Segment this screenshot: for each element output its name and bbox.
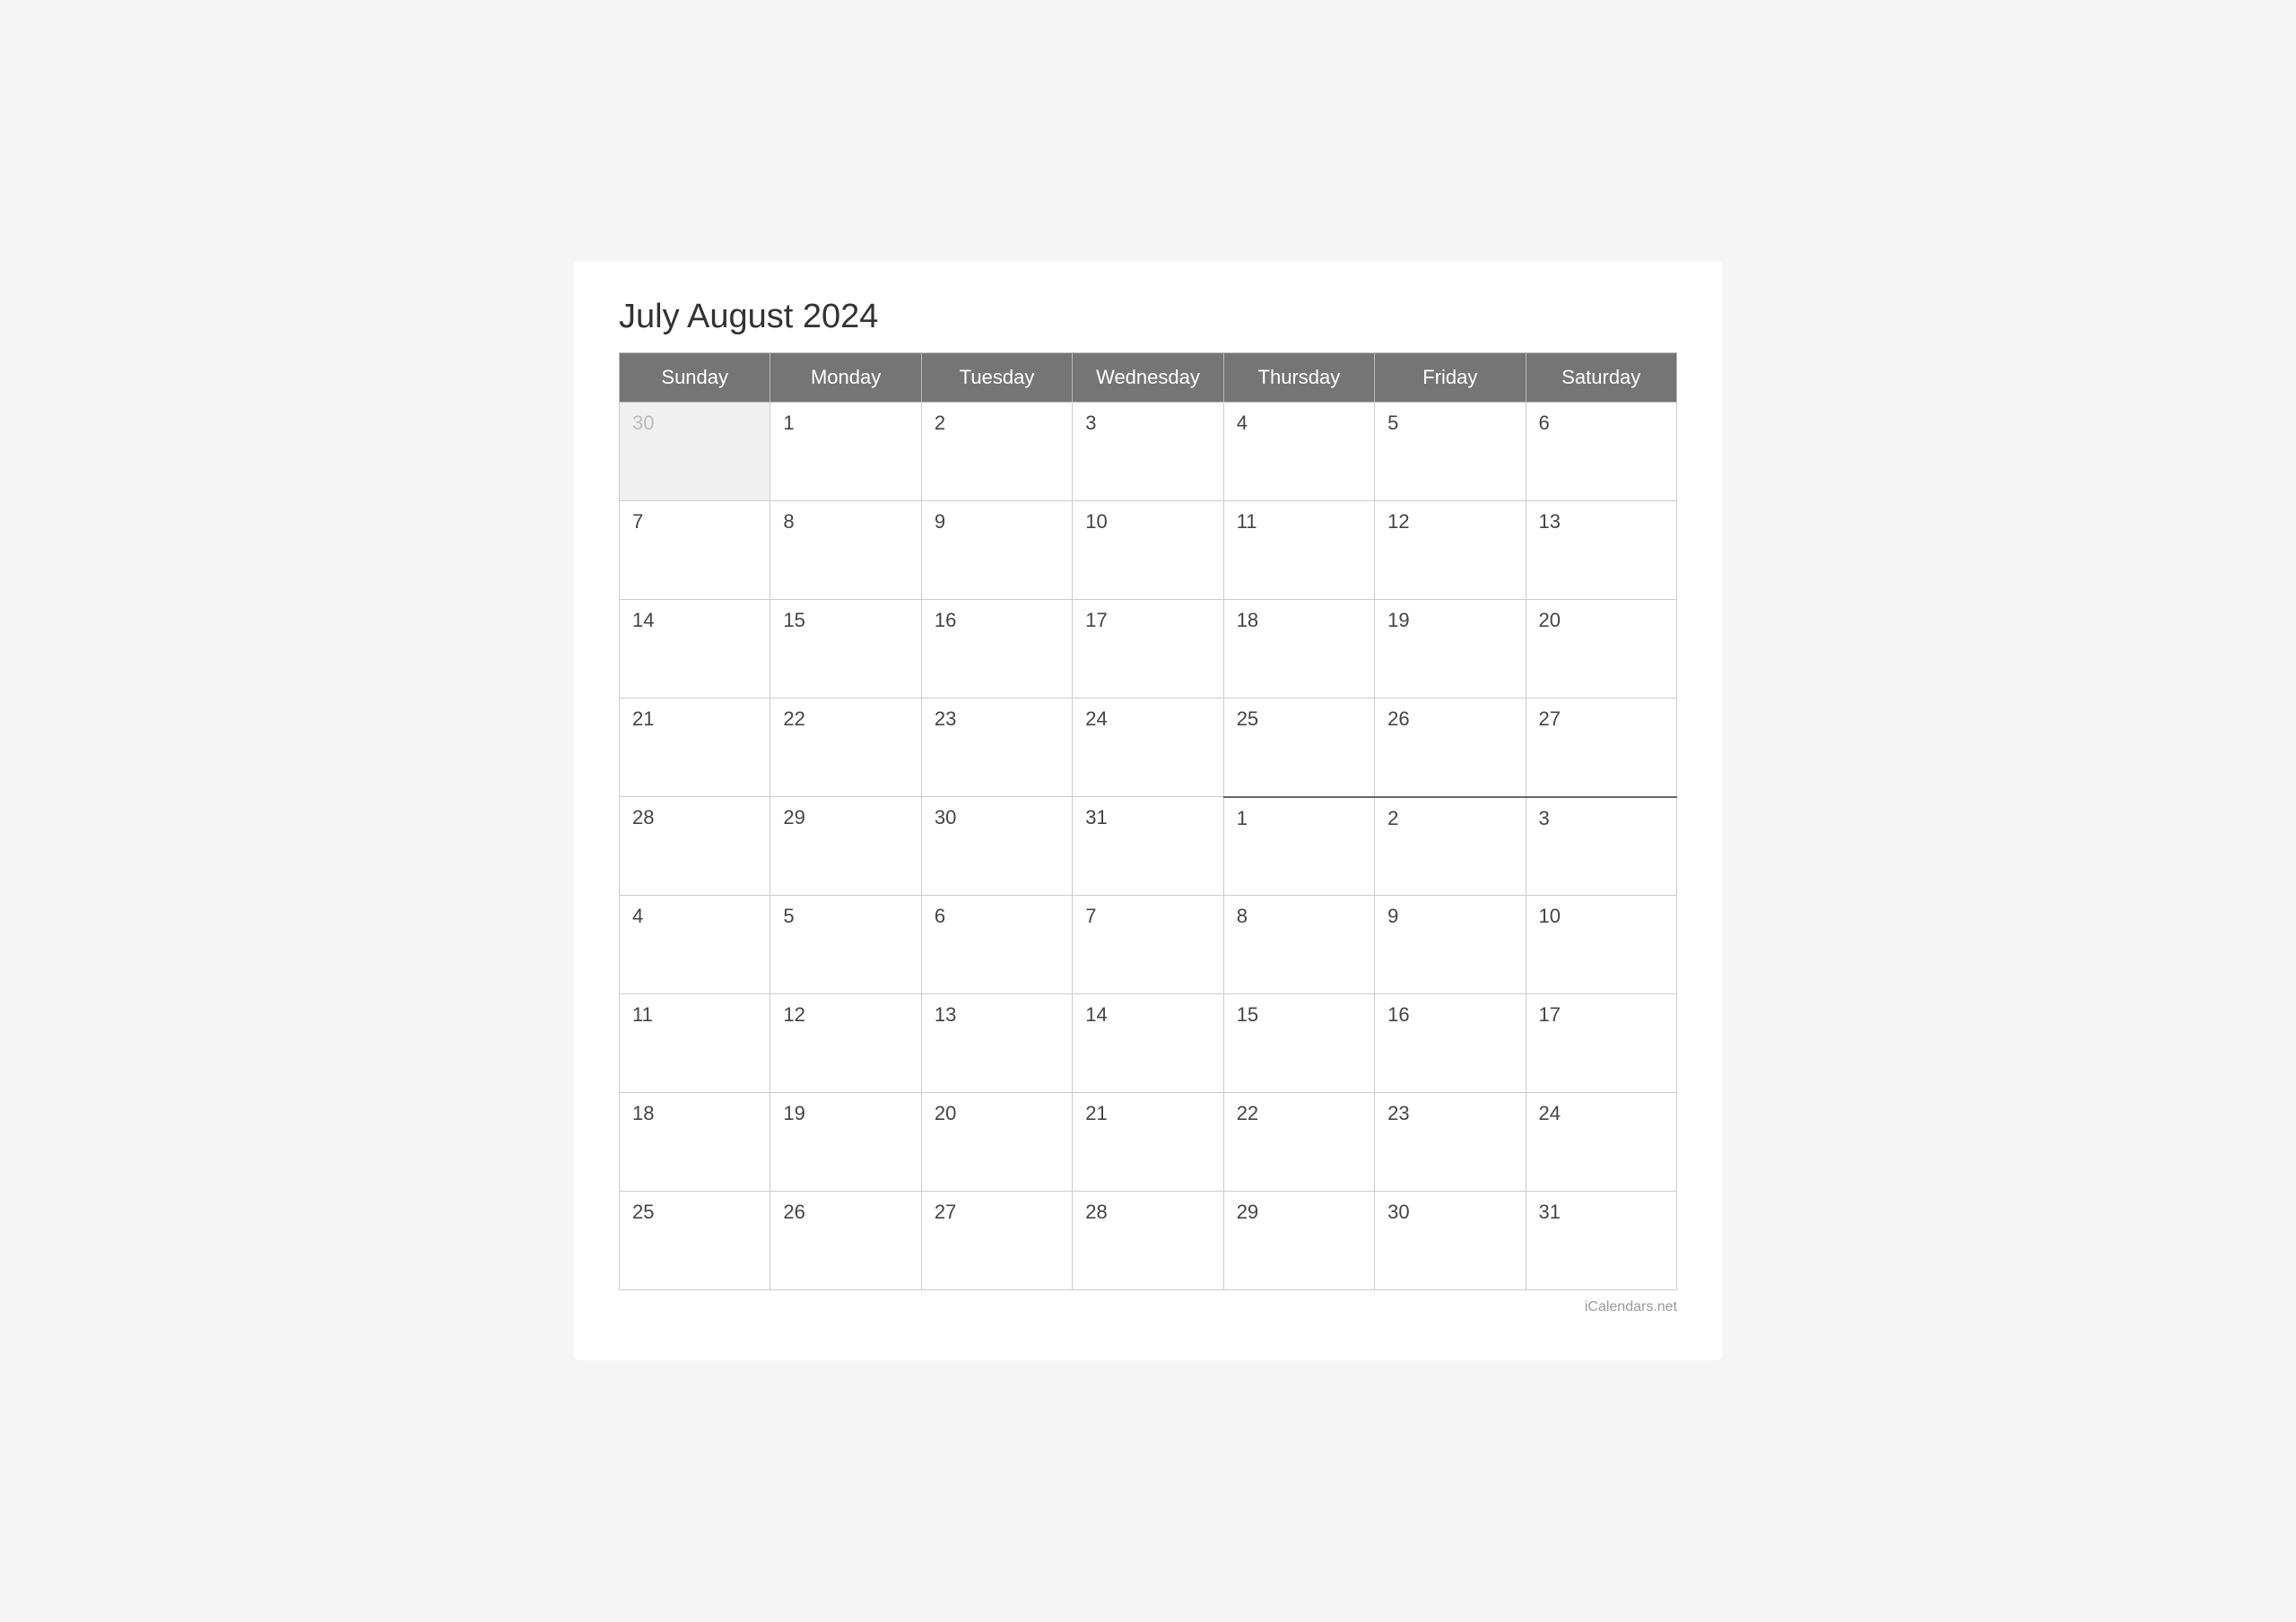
calendar-day-cell: 19 <box>1375 600 1526 698</box>
calendar-day-cell: 15 <box>1223 994 1374 1093</box>
calendar-day-cell: 27 <box>1526 698 1676 797</box>
calendar-day-cell: 21 <box>620 698 770 797</box>
calendar-day-cell: 22 <box>770 698 921 797</box>
calendar-day-cell: 21 <box>1073 1093 1223 1192</box>
calendar-day-cell: 18 <box>1223 600 1374 698</box>
calendar-week-row: 28293031123 <box>620 797 1677 896</box>
calendar-day-cell: 17 <box>1073 600 1223 698</box>
calendar-day-cell: 20 <box>1526 600 1676 698</box>
calendar-day-cell: 1 <box>1223 797 1374 896</box>
calendar-day-cell: 20 <box>921 1093 1072 1192</box>
calendar-day-cell: 2 <box>1375 797 1526 896</box>
calendar-week-row: 78910111213 <box>620 501 1677 600</box>
calendar-day-cell: 10 <box>1526 896 1676 994</box>
calendar-day-cell: 13 <box>1526 501 1676 600</box>
calendar-day-cell: 23 <box>1375 1093 1526 1192</box>
calendar-day-cell: 25 <box>620 1192 770 1290</box>
calendar-day-cell: 31 <box>1526 1192 1676 1290</box>
calendar-day-cell: 1 <box>770 403 921 501</box>
calendar-day-cell: 11 <box>620 994 770 1093</box>
calendar-day-cell: 9 <box>921 501 1072 600</box>
calendar-day-cell: 15 <box>770 600 921 698</box>
calendar-day-cell: 24 <box>1526 1093 1676 1192</box>
calendar-day-cell: 24 <box>1073 698 1223 797</box>
calendar-day-cell: 13 <box>921 994 1072 1093</box>
calendar-week-row: 11121314151617 <box>620 994 1677 1093</box>
calendar-day-cell: 8 <box>1223 896 1374 994</box>
calendar-day-cell: 25 <box>1223 698 1374 797</box>
calendar-day-cell: 22 <box>1223 1093 1374 1192</box>
calendar-week-row: 30123456 <box>620 403 1677 501</box>
calendar-day-cell: 17 <box>1526 994 1676 1093</box>
calendar-day-cell: 10 <box>1073 501 1223 600</box>
calendar-day-cell: 3 <box>1073 403 1223 501</box>
calendar-day-cell: 5 <box>770 896 921 994</box>
calendar-day-cell: 18 <box>620 1093 770 1192</box>
calendar-day-cell: 12 <box>1375 501 1526 600</box>
calendar-day-cell: 5 <box>1375 403 1526 501</box>
calendar-day-cell: 26 <box>1375 698 1526 797</box>
calendar-day-cell: 28 <box>620 797 770 896</box>
calendar-day-cell: 14 <box>620 600 770 698</box>
calendar-day-cell: 7 <box>1073 896 1223 994</box>
calendar-day-cell: 3 <box>1526 797 1676 896</box>
header-cell-monday: Monday <box>770 353 921 403</box>
calendar-day-cell: 8 <box>770 501 921 600</box>
calendar-week-row: 45678910 <box>620 896 1677 994</box>
calendar-day-cell: 6 <box>921 896 1072 994</box>
calendar-day-cell: 4 <box>1223 403 1374 501</box>
calendar-day-cell: 30 <box>1375 1192 1526 1290</box>
calendar-day-cell: 26 <box>770 1192 921 1290</box>
watermark: iCalendars.net <box>619 1299 1677 1315</box>
calendar-day-cell: 27 <box>921 1192 1072 1290</box>
header-cell-wednesday: Wednesday <box>1073 353 1223 403</box>
calendar-day-cell: 29 <box>1223 1192 1374 1290</box>
calendar-table: SundayMondayTuesdayWednesdayThursdayFrid… <box>619 352 1677 1290</box>
calendar-day-cell: 23 <box>921 698 1072 797</box>
calendar-day-cell: 14 <box>1073 994 1223 1093</box>
calendar-day-cell: 28 <box>1073 1192 1223 1290</box>
calendar-day-cell: 7 <box>620 501 770 600</box>
header-cell-thursday: Thursday <box>1223 353 1374 403</box>
calendar-week-row: 21222324252627 <box>620 698 1677 797</box>
calendar-day-cell: 11 <box>1223 501 1374 600</box>
calendar-day-cell: 2 <box>921 403 1072 501</box>
calendar-day-cell: 29 <box>770 797 921 896</box>
calendar-day-cell: 16 <box>1375 994 1526 1093</box>
calendar-container: July August 2024 SundayMondayTuesdayWedn… <box>574 262 1722 1360</box>
calendar-day-cell: 16 <box>921 600 1072 698</box>
calendar-week-row: 18192021222324 <box>620 1093 1677 1192</box>
header-cell-tuesday: Tuesday <box>921 353 1072 403</box>
calendar-day-cell: 9 <box>1375 896 1526 994</box>
calendar-week-row: 14151617181920 <box>620 600 1677 698</box>
calendar-day-cell: 6 <box>1526 403 1676 501</box>
header-cell-friday: Friday <box>1375 353 1526 403</box>
calendar-day-cell: 12 <box>770 994 921 1093</box>
calendar-title: July August 2024 <box>619 298 1677 336</box>
header-cell-saturday: Saturday <box>1526 353 1676 403</box>
calendar-day-cell: 19 <box>770 1093 921 1192</box>
calendar-week-row: 25262728293031 <box>620 1192 1677 1290</box>
header-cell-sunday: Sunday <box>620 353 770 403</box>
calendar-day-cell: 30 <box>921 797 1072 896</box>
calendar-day-cell: 4 <box>620 896 770 994</box>
calendar-header-row: SundayMondayTuesdayWednesdayThursdayFrid… <box>620 353 1677 403</box>
calendar-day-cell: 31 <box>1073 797 1223 896</box>
calendar-day-cell: 30 <box>620 403 770 501</box>
